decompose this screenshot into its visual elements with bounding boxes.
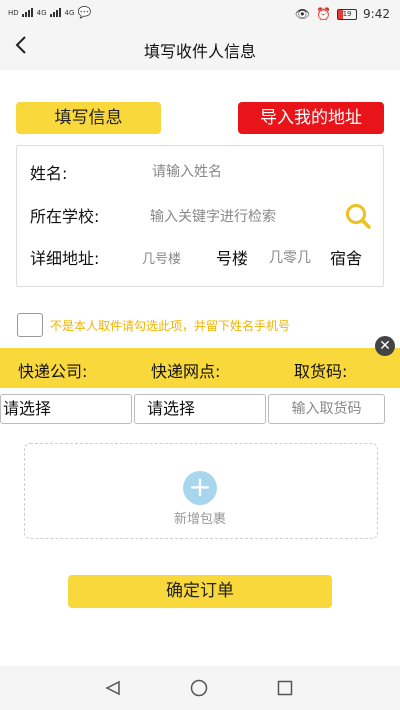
building-input[interactable]: 几号楼 [142,248,202,268]
page-title: 填写收件人信息 [143,42,256,61]
alarm-icon: ⏰ [316,7,332,21]
name-input[interactable]: 请输入姓名 [152,161,372,183]
chat-bubble-icon: 💬 [77,6,92,19]
status-bar: HD 4G 4G 💬 👁 ⏰ 19 9:42 [0,0,400,28]
eye-icon: 👁 [294,7,311,21]
express-company-select[interactable]: 请选择 [0,394,132,424]
signal-icon [21,8,34,17]
system-nav-bar [0,666,400,710]
status-time: 9:42 [363,7,390,21]
close-icon[interactable]: ✕ [375,336,395,356]
name-label: 姓名: [30,164,68,183]
header-bar: 填写收件人信息 [0,28,400,70]
signal-icon-2 [49,8,62,17]
dorm-suffix: 宿舍 [330,249,363,268]
proxy-pickup-checkbox[interactable] [17,313,43,337]
network-tag-2: 4G [64,8,75,17]
import-address-button[interactable]: 导入我的地址 [238,102,384,134]
add-plus-icon[interactable]: + [183,471,217,505]
nav-recents-icon[interactable] [277,680,293,700]
school-label: 所在学校: [30,207,100,226]
express-company-label: 快递公司: [18,362,88,381]
room-input[interactable]: 几零几 [269,247,325,267]
nav-back-icon[interactable] [105,680,121,700]
pickup-code-input[interactable]: 输入取货码 [268,394,385,424]
back-arrow-icon[interactable] [14,34,38,62]
pickup-code-label: 取货码: [294,362,348,381]
express-outlet-select[interactable]: 请选择 [134,394,266,424]
fill-info-button[interactable]: 填写信息 [16,102,161,134]
battery-icon: 19 [337,8,358,20]
search-icon[interactable] [344,202,372,230]
add-package-label: 新增包裹 [173,512,226,527]
school-search-input[interactable]: 输入关键字进行检索 [150,206,330,228]
address-label: 详细地址: [30,249,100,268]
status-right: 👁 ⏰ 19 9:42 [295,7,390,21]
status-left: HD 4G 4G 💬 [8,6,91,19]
nav-home-icon[interactable] [190,679,208,701]
hd-tag: HD [8,8,19,17]
proxy-pickup-notice: 不是本人取件请勾选此项，并留下姓名手机号 [50,319,291,333]
confirm-order-button[interactable]: 确定订单 [68,575,332,608]
network-tag: 4G [36,8,47,17]
building-suffix: 号楼 [216,249,249,268]
express-outlet-label: 快递网点: [151,362,221,381]
